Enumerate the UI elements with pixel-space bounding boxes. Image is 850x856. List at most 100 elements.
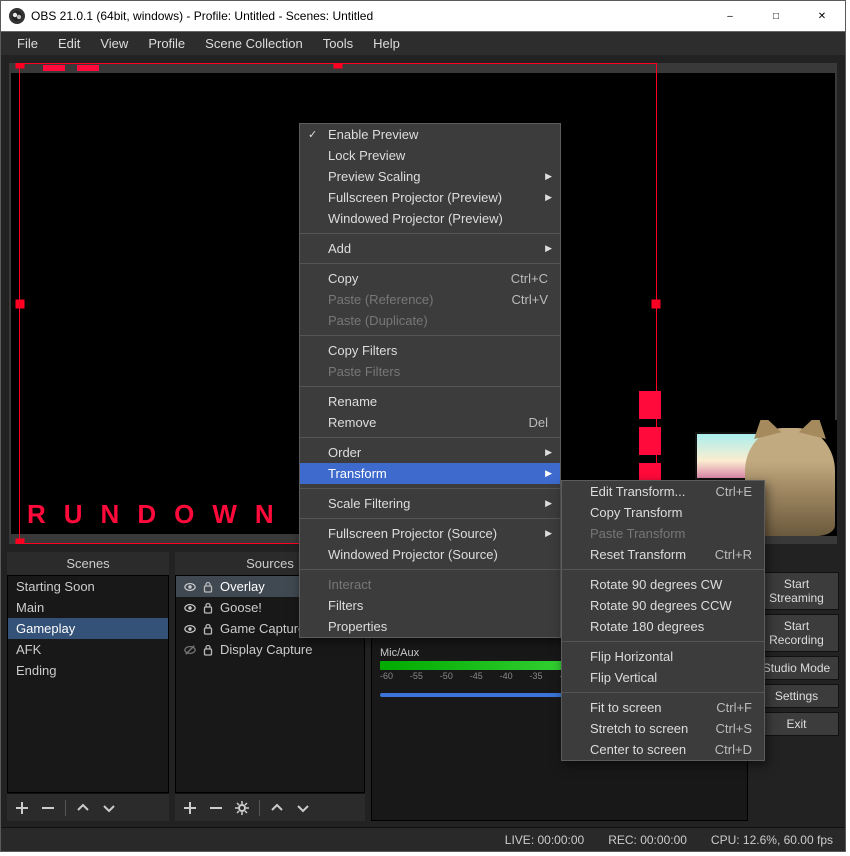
menu-item-enable-preview[interactable]: ✓Enable Preview <box>300 124 560 145</box>
menu-item-fit-to-screen[interactable]: Fit to screenCtrl+F <box>562 697 764 718</box>
scene-up-button[interactable] <box>74 799 92 817</box>
menu-bar[interactable]: FileEditViewProfileScene CollectionTools… <box>1 31 845 55</box>
app-icon <box>9 8 25 24</box>
menu-item-stretch-to-screen[interactable]: Stretch to screen Ctrl+S <box>562 718 764 739</box>
menu-item-remove[interactable]: RemoveDel <box>300 412 560 433</box>
menu-item-fullscreen-projector-preview-[interactable]: Fullscreen Projector (Preview)▶ <box>300 187 560 208</box>
menu-item-label: Fullscreen Projector (Source) <box>328 526 497 541</box>
control-start-recording[interactable]: Start Recording <box>754 614 839 652</box>
source-down-button[interactable] <box>294 799 312 817</box>
menu-item-rotate-90-degrees-ccw[interactable]: Rotate 90 degrees CCW <box>562 595 764 616</box>
menu-item-label: Reset Transform <box>590 547 686 562</box>
add-scene-button[interactable] <box>13 799 31 817</box>
menu-item-fullscreen-projector-source-[interactable]: Fullscreen Projector (Source) ▶ <box>300 523 560 544</box>
scenes-list[interactable]: Starting SoonMainGameplayAFKEnding <box>7 575 169 793</box>
menu-item-windowed-projector-source-[interactable]: Windowed Projector (Source) <box>300 544 560 565</box>
scene-item[interactable]: Gameplay <box>8 618 168 639</box>
source-item[interactable]: Display Capture <box>176 639 364 660</box>
menu-item-label: Paste Filters <box>328 364 400 379</box>
maximize-button[interactable]: □ <box>753 1 799 31</box>
sources-toolbar <box>175 793 365 821</box>
add-source-button[interactable] <box>181 799 199 817</box>
menu-item-flip-horizontal[interactable]: Flip Horizontal <box>562 646 764 667</box>
lock-icon[interactable] <box>202 623 214 635</box>
menu-item-label: Interact <box>328 577 371 592</box>
menu-item-windowed-projector-preview-[interactable]: Windowed Projector (Preview) <box>300 208 560 229</box>
menu-item-properties[interactable]: Properties <box>300 616 560 637</box>
title-bar[interactable]: OBS 21.0.1 (64bit, windows) - Profile: U… <box>1 1 845 31</box>
menu-item-label: Transform <box>328 466 387 481</box>
context-menu-preview[interactable]: ✓Enable PreviewLock PreviewPreview Scali… <box>299 123 561 638</box>
control-exit[interactable]: Exit <box>754 712 839 736</box>
menu-shortcut: Ctrl+F <box>716 700 752 715</box>
menu-item-label: Rotate 90 degrees CCW <box>590 598 732 613</box>
scenes-header: Scenes <box>7 552 169 575</box>
source-settings-button[interactable] <box>233 799 251 817</box>
control-start-streaming[interactable]: Start Streaming <box>754 572 839 610</box>
menu-view[interactable]: View <box>90 33 138 54</box>
menu-item-add[interactable]: Add▶ <box>300 238 560 259</box>
status-bar: LIVE: 00:00:00 REC: 00:00:00 CPU: 12.6%,… <box>1 827 845 851</box>
menu-item-preview-scaling[interactable]: Preview Scaling▶ <box>300 166 560 187</box>
menu-item-flip-vertical[interactable]: Flip Vertical <box>562 667 764 688</box>
menu-edit[interactable]: Edit <box>48 33 90 54</box>
menu-item-rotate-90-degrees-cw[interactable]: Rotate 90 degrees CW <box>562 574 764 595</box>
menu-item-interact: Interact <box>300 574 560 595</box>
lock-icon[interactable] <box>202 644 214 656</box>
remove-scene-button[interactable] <box>39 799 57 817</box>
eye-icon[interactable] <box>184 644 196 656</box>
menu-item-label: Remove <box>328 415 376 430</box>
chevron-right-icon: ▶ <box>545 468 552 479</box>
menu-item-filters[interactable]: Filters <box>300 595 560 616</box>
lock-icon[interactable] <box>202 581 214 593</box>
menu-file[interactable]: File <box>7 33 48 54</box>
menu-shortcut: Ctrl+S <box>716 721 752 736</box>
source-up-button[interactable] <box>268 799 286 817</box>
menu-item-label: Stretch to screen <box>590 721 688 736</box>
menu-item-label: Properties <box>328 619 387 634</box>
menu-item-center-to-screen[interactable]: Center to screenCtrl+D <box>562 739 764 760</box>
source-label: Game Capture <box>220 621 305 636</box>
lock-icon[interactable] <box>202 602 214 614</box>
menu-item-paste-reference-: Paste (Reference)Ctrl+V <box>300 289 560 310</box>
menu-item-reset-transform[interactable]: Reset TransformCtrl+R <box>562 544 764 565</box>
menu-item-lock-preview[interactable]: Lock Preview <box>300 145 560 166</box>
chevron-right-icon: ▶ <box>545 528 552 539</box>
menu-item-copy-transform[interactable]: Copy Transform <box>562 502 764 523</box>
eye-icon[interactable] <box>184 581 196 593</box>
menu-scene-collection[interactable]: Scene Collection <box>195 33 313 54</box>
close-button[interactable]: ✕ <box>799 1 845 31</box>
scene-item[interactable]: Starting Soon <box>8 576 168 597</box>
context-menu-transform[interactable]: Edit Transform...Ctrl+ECopy Transform Pas… <box>561 480 765 761</box>
menu-tools[interactable]: Tools <box>313 33 363 54</box>
scene-item[interactable]: Main <box>8 597 168 618</box>
menu-item-copy-filters[interactable]: Copy Filters <box>300 340 560 361</box>
eye-icon[interactable] <box>184 623 196 635</box>
menu-item-rename[interactable]: Rename <box>300 391 560 412</box>
menu-item-edit-transform-[interactable]: Edit Transform...Ctrl+E <box>562 481 764 502</box>
menu-item-scale-filtering[interactable]: Scale Filtering▶ <box>300 493 560 514</box>
control-settings[interactable]: Settings <box>754 684 839 708</box>
minimize-button[interactable]: – <box>707 1 753 31</box>
side-color-bars <box>639 391 661 491</box>
scene-down-button[interactable] <box>100 799 118 817</box>
scene-item[interactable]: Ending <box>8 660 168 681</box>
eye-icon[interactable] <box>184 602 196 614</box>
menu-item-transform[interactable]: Transform ▶ <box>300 463 560 484</box>
menu-item-label: Flip Horizontal <box>590 649 673 664</box>
menu-item-label: Flip Vertical <box>590 670 657 685</box>
menu-item-label: Center to screen <box>590 742 686 757</box>
menu-help[interactable]: Help <box>363 33 410 54</box>
menu-profile[interactable]: Profile <box>138 33 195 54</box>
status-cpu: CPU: 12.6%, 60.00 fps <box>711 833 833 847</box>
remove-source-button[interactable] <box>207 799 225 817</box>
control-studio-mode[interactable]: Studio Mode <box>754 656 839 680</box>
menu-item-rotate-180-degrees[interactable]: Rotate 180 degrees <box>562 616 764 637</box>
track-name: Mic/Aux <box>380 647 419 659</box>
menu-item-order[interactable]: Order▶ <box>300 442 560 463</box>
menu-item-label: Paste Transform <box>590 526 685 541</box>
scene-item[interactable]: AFK <box>8 639 168 660</box>
source-label: Overlay <box>220 579 265 594</box>
menu-item-copy[interactable]: CopyCtrl+C <box>300 268 560 289</box>
source-label: Goose! <box>220 600 262 615</box>
